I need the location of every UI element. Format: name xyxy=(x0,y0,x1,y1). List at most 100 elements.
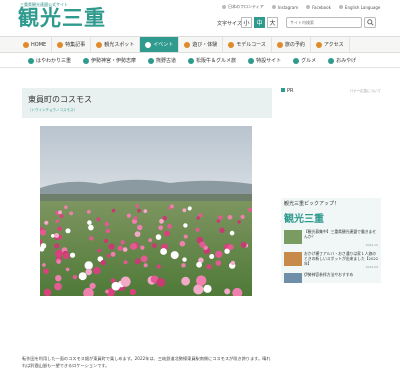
cosmos-flower xyxy=(86,209,91,214)
cosmos-flower xyxy=(100,259,107,266)
cosmos-flower xyxy=(85,268,92,276)
cosmos-flower xyxy=(181,263,186,268)
activity-icon xyxy=(184,41,191,48)
nav-model-course[interactable]: モデルコース xyxy=(223,37,272,52)
cosmos-flower xyxy=(183,234,188,239)
cosmos-flower xyxy=(43,268,49,274)
cosmos-flower xyxy=(156,264,161,269)
pr-note-link[interactable]: バナー広告について xyxy=(350,89,381,94)
pr-marker-icon xyxy=(281,88,285,92)
cosmos-flower xyxy=(134,258,141,265)
article-subtitle: （トウインチョウノコスモス） xyxy=(28,108,77,112)
cosmos-flower xyxy=(105,289,109,294)
pickup-section: 観光三重ピックアップ！ 観光三重 【観光募集中】三重県観光連盟で働きませんか？ … xyxy=(281,198,381,283)
cosmos-flower xyxy=(54,282,62,291)
pickup-card[interactable]: 伊勢神宮参拝方法やおすすめ xyxy=(281,271,381,283)
cosmos-flower xyxy=(58,210,62,215)
subnav-matsusaka[interactable]: 松阪牛＆グルメ旅 xyxy=(182,54,242,67)
cosmos-flower xyxy=(199,241,206,248)
font-size-small-button[interactable]: 小 xyxy=(241,17,252,28)
gift-icon xyxy=(328,57,335,64)
subnav-overview[interactable]: はやわかり三重 xyxy=(22,54,77,67)
facebook-icon xyxy=(306,5,311,9)
pickup-card-text: おかげ横丁アルバ・おさ通りは家１人旅のときの新しいスポットが出来ました【2022… xyxy=(304,251,379,266)
pickup-heading: 観光三重ピックアップ！ xyxy=(284,201,340,207)
cosmos-flower xyxy=(89,236,94,241)
cosmos-flower xyxy=(57,226,62,232)
header-link-facebook[interactable]: Facebook xyxy=(306,3,331,11)
cosmos-flower xyxy=(215,260,222,266)
cosmos-flower xyxy=(170,204,174,209)
cosmos-flower xyxy=(87,220,92,225)
cosmos-flower xyxy=(93,266,101,275)
train-icon xyxy=(315,41,322,48)
pickup-thumbnail xyxy=(284,230,302,244)
cosmos-flower xyxy=(182,257,187,262)
nav-activities[interactable]: 遊び・体験 xyxy=(179,37,224,52)
cosmos-flower xyxy=(196,216,200,220)
cosmos-field-image xyxy=(40,126,252,296)
language-icon xyxy=(338,5,343,9)
pickup-thumbnail xyxy=(284,252,302,266)
cosmos-flower xyxy=(78,272,87,281)
cosmos-flower xyxy=(137,224,143,231)
cosmos-flower xyxy=(84,261,93,270)
cosmos-flower xyxy=(51,234,55,238)
site-logo[interactable]: 観光三重 xyxy=(18,8,106,29)
cosmos-flower xyxy=(130,243,137,250)
cosmos-flower xyxy=(196,261,203,268)
article-title: 東員町のコスモス xyxy=(28,95,92,104)
cosmos-flower xyxy=(55,249,63,258)
cosmos-flower xyxy=(156,278,166,287)
cosmos-flower xyxy=(152,243,157,249)
cosmos-flower xyxy=(110,251,116,257)
nav-features[interactable]: 特集記事 xyxy=(52,37,92,52)
cosmos-flower xyxy=(54,233,60,238)
pickup-card-date: 2022.10 xyxy=(365,243,378,247)
subnav-ise[interactable]: 伊勢神宮・伊勢志摩 xyxy=(77,54,142,67)
pickup-card[interactable]: 【観光募集中】三重県観光連盟で働きませんか？ 2022.10 xyxy=(281,228,381,248)
subnav-special[interactable]: 特設サイト xyxy=(242,54,287,67)
header-link-english[interactable]: English Language xyxy=(338,3,380,11)
cosmos-flower xyxy=(96,217,101,222)
cosmos-flower xyxy=(135,204,139,208)
cosmos-flower xyxy=(216,219,221,223)
cosmos-flower xyxy=(64,205,68,209)
cosmos-flower xyxy=(240,214,245,219)
nav-home[interactable]: HOME xyxy=(18,37,53,52)
cosmos-flower xyxy=(209,254,215,259)
nav-reservation[interactable]: 旅の予約 xyxy=(272,37,311,52)
cosmos-flower xyxy=(140,245,145,250)
font-size-large-button[interactable]: 大 xyxy=(267,17,278,28)
camera-icon xyxy=(96,41,103,48)
cosmos-flower xyxy=(123,260,128,265)
search-input[interactable] xyxy=(286,17,362,28)
subnav-gourmet[interactable]: グルメ xyxy=(287,54,322,67)
header-link-instagram[interactable]: Instagram xyxy=(271,3,298,11)
cosmos-flower xyxy=(182,208,187,213)
cosmos-flower xyxy=(160,248,167,255)
cosmos-flower xyxy=(183,223,188,228)
pickup-logo: 観光三重 xyxy=(284,214,324,225)
cosmos-flower xyxy=(70,252,76,258)
cosmos-flower xyxy=(65,228,71,234)
cosmos-flower xyxy=(44,220,49,225)
nav-spots[interactable]: 観光スポット xyxy=(91,37,141,52)
search-button[interactable] xyxy=(364,17,376,28)
nav-events[interactable]: イベント xyxy=(140,37,180,52)
font-size-medium-button[interactable]: 中 xyxy=(254,17,265,28)
subnav-kumano[interactable]: 熊野古道 xyxy=(142,54,182,67)
subnav-souvenir[interactable]: おみやげ xyxy=(322,54,362,67)
cosmos-flower xyxy=(40,229,47,236)
cosmos-flower xyxy=(227,215,233,220)
nav-access[interactable]: アクセス xyxy=(311,37,350,52)
cosmos-flower xyxy=(148,238,153,243)
pickup-card[interactable]: おかげ横丁アルバ・おさ通りは家１人旅のときの新しいスポットが出来ました【2022… xyxy=(281,250,381,270)
cosmos-flower xyxy=(167,224,172,229)
cosmos-flower xyxy=(111,208,116,213)
trail-icon xyxy=(148,57,155,64)
globe-icon xyxy=(222,5,226,9)
cosmos-flower xyxy=(88,224,94,231)
cosmos-flower xyxy=(55,219,60,223)
header-link-frontier[interactable]: 日本のフロンティア xyxy=(222,3,264,11)
